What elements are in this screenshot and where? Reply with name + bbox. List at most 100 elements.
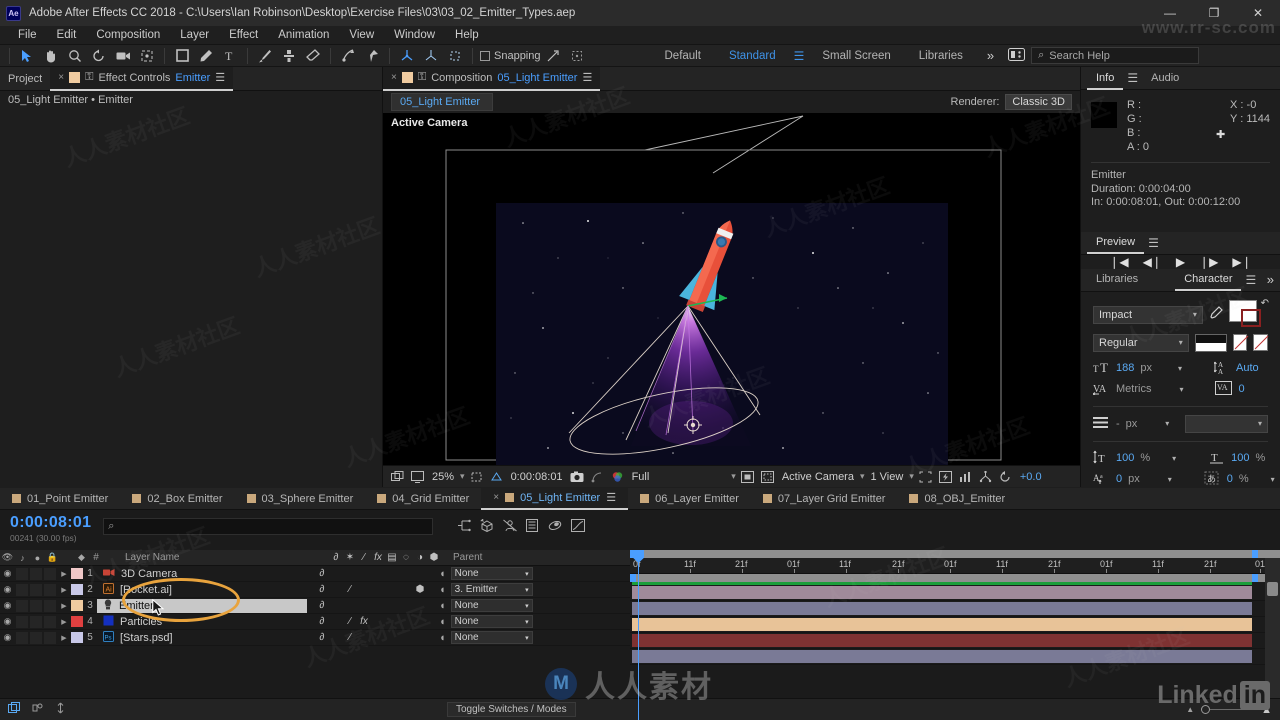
kerning-value[interactable]: Metrics <box>1116 383 1151 395</box>
menu-layer[interactable]: Layer <box>170 26 219 44</box>
type-tool-icon[interactable]: T <box>218 45 242 66</box>
expand-triangle-icon[interactable]: ▶ <box>57 618 71 626</box>
track-row[interactable] <box>630 633 1280 649</box>
lock-toggle[interactable] <box>44 615 56 628</box>
workspace-standard[interactable]: Standard <box>715 50 790 62</box>
audio-toggle[interactable] <box>16 567 28 580</box>
character-overflow-icon[interactable]: » <box>1267 272 1274 287</box>
character-panel-menu-icon[interactable]: ☰ <box>1241 273 1260 287</box>
menu-window[interactable]: Window <box>384 26 445 44</box>
snapping-toggle[interactable]: Snapping <box>480 50 541 62</box>
vertical-scale-dropdown-icon[interactable]: ▾ <box>1172 454 1176 463</box>
leading-value[interactable]: Auto <box>1236 362 1259 374</box>
layer-duration-bar[interactable] <box>632 650 1252 663</box>
preview-panel-menu-icon[interactable]: ☰ <box>1144 236 1163 250</box>
layer-name-cell[interactable]: 3D Camera <box>97 567 307 581</box>
lock-toggle[interactable] <box>44 583 56 596</box>
fill-stroke-swatches[interactable]: ↶ <box>1228 298 1269 330</box>
font-style-dropdown[interactable]: Regular ▾ <box>1093 333 1189 352</box>
kerning-dropdown-icon[interactable]: ▾ <box>1179 385 1183 394</box>
last-frame-button[interactable]: ▶❘ <box>1232 255 1251 269</box>
parent-pickwhip-icon[interactable]: ◖ <box>439 568 446 580</box>
time-ruler[interactable]: 0f 11f 21f 01f 11f 21f 01f 11f 21f 01f 1… <box>630 558 1280 574</box>
3d-switch[interactable]: ∂ <box>315 632 329 643</box>
horizontal-scale-value[interactable]: 100 <box>1231 452 1249 464</box>
tracking-value[interactable]: 0 <box>1238 383 1244 395</box>
timeline-icon[interactable] <box>957 469 974 485</box>
first-frame-button[interactable]: ❘◀ <box>1109 255 1128 269</box>
info-panel-menu-icon[interactable]: ☰ <box>1123 71 1142 85</box>
tsume-dropdown-icon[interactable]: ▾ <box>1271 475 1275 484</box>
workspace-libraries[interactable]: Libraries <box>905 50 977 62</box>
workspace-small-screen[interactable]: Small Screen <box>808 50 904 62</box>
menu-animation[interactable]: Animation <box>268 26 339 44</box>
timeline-search-input[interactable]: ⌕ <box>103 518 434 535</box>
work-area-bar-lower[interactable] <box>630 574 1280 582</box>
track-row[interactable] <box>630 585 1280 601</box>
close-icon[interactable]: × <box>493 492 499 503</box>
view-layout-dropdown-icon[interactable]: ▾ <box>860 471 865 482</box>
hand-tool-icon[interactable] <box>39 45 63 66</box>
workspace-default[interactable]: Default <box>651 50 715 62</box>
layer-name-cell[interactable]: Particles <box>97 615 307 629</box>
table-row[interactable]: ◉ ▶ 2 Ai [Rocket.ai] ∂ ∕ ⬢ ◖ 3. Emitter … <box>0 582 630 598</box>
layer-name[interactable]: Emitter <box>97 598 307 613</box>
layer-name[interactable]: Ai [Rocket.ai] <box>97 582 307 597</box>
comp-tab-07-layer-grid-emitter[interactable]: 07_Layer Grid Emitter <box>751 488 898 510</box>
layer-name[interactable]: 3D Camera <box>97 567 307 581</box>
parent-pickwhip-icon[interactable]: ◖ <box>439 584 446 596</box>
transparency-grid-icon[interactable] <box>488 469 505 485</box>
parent-dropdown[interactable]: 3. Emitter ▾ <box>450 583 533 596</box>
stroke-type-dropdown[interactable]: ▾ <box>1185 414 1268 433</box>
expand-triangle-icon[interactable]: ▶ <box>57 570 71 578</box>
zoom-level-value[interactable]: 25% <box>429 471 457 483</box>
stroke-width-dropdown-icon[interactable]: ▾ <box>1165 419 1169 428</box>
toggle-mask-paths-icon[interactable] <box>739 469 756 485</box>
view-layout-value[interactable]: Active Camera <box>779 471 857 483</box>
main-viewer-icon[interactable] <box>409 469 426 485</box>
layer-duration-bar[interactable] <box>632 602 1252 615</box>
comp-tab-06-layer-emitter[interactable]: 06_Layer Emitter <box>628 488 751 510</box>
tsume-value[interactable]: 0 <box>1227 473 1233 485</box>
swap-fill-stroke-icon[interactable]: ↶ <box>1261 298 1269 309</box>
font-family-dropdown[interactable]: Impact ▾ <box>1093 305 1203 324</box>
rotation-tool-icon[interactable] <box>87 45 111 66</box>
toggle-guides-icon[interactable] <box>759 469 776 485</box>
label-color-swatch[interactable] <box>71 584 83 595</box>
close-icon[interactable]: × <box>391 72 397 83</box>
next-frame-button[interactable]: ❘▶ <box>1199 255 1218 269</box>
audio-toggle[interactable] <box>16 631 28 644</box>
menu-edit[interactable]: Edit <box>47 26 87 44</box>
table-row[interactable]: ◉ ▶ 1 3D Camera ∂ ◖ None ▾ <box>0 566 630 582</box>
track-row[interactable] <box>630 617 1280 633</box>
stroke-swatch[interactable] <box>1240 308 1261 327</box>
parent-dropdown[interactable]: None ▾ <box>450 615 533 628</box>
tab-character[interactable]: Character <box>1175 268 1242 291</box>
fill-color-swatch[interactable] <box>1194 333 1227 352</box>
table-row[interactable]: ◉ ▶ 3 Emitter ∂ ◖ None ▾ <box>0 598 630 614</box>
world-axis-mode-icon[interactable] <box>419 45 443 66</box>
comp-tab-05-light-emitter[interactable]: × 05_Light Emitter ☰ <box>481 487 629 510</box>
play-button[interactable]: ▶ <box>1176 255 1185 269</box>
menu-help[interactable]: Help <box>445 26 489 44</box>
resolution-dropdown-icon[interactable]: ▾ <box>731 471 736 482</box>
baseline-shift-dropdown-icon[interactable]: ▾ <box>1168 475 1172 484</box>
zoom-dropdown-icon[interactable]: ▾ <box>460 471 465 482</box>
comp-tab-02-box-emitter[interactable]: 02_Box Emitter <box>120 488 234 510</box>
3d-switch[interactable]: ∂ <box>315 600 329 611</box>
previous-frame-button[interactable]: ◀❘ <box>1143 255 1162 269</box>
work-area-bar[interactable] <box>630 550 1280 558</box>
shape-tool-icon[interactable] <box>170 45 194 66</box>
motion-blur-icon[interactable] <box>548 519 562 535</box>
clone-stamp-tool-icon[interactable] <box>277 45 301 66</box>
frame-render-time-icon[interactable] <box>8 702 21 717</box>
collapse-switch[interactable]: ∕ <box>343 632 357 643</box>
work-area-end-handle[interactable] <box>1252 550 1258 558</box>
exposure-value[interactable]: +0.0 <box>1017 471 1045 483</box>
table-row[interactable]: ◉ ▶ 5 Ps [Stars.psd] ∂ ∕ ◖ None ▾ <box>0 630 630 646</box>
3d-switch[interactable]: ∂ <box>315 568 329 579</box>
tab-libraries[interactable]: Libraries <box>1087 268 1147 291</box>
show-channel-icon[interactable] <box>609 469 626 485</box>
visibility-toggle[interactable]: ◉ <box>0 584 15 595</box>
comp-tab-01-point-emitter[interactable]: 01_Point Emitter <box>0 488 120 510</box>
